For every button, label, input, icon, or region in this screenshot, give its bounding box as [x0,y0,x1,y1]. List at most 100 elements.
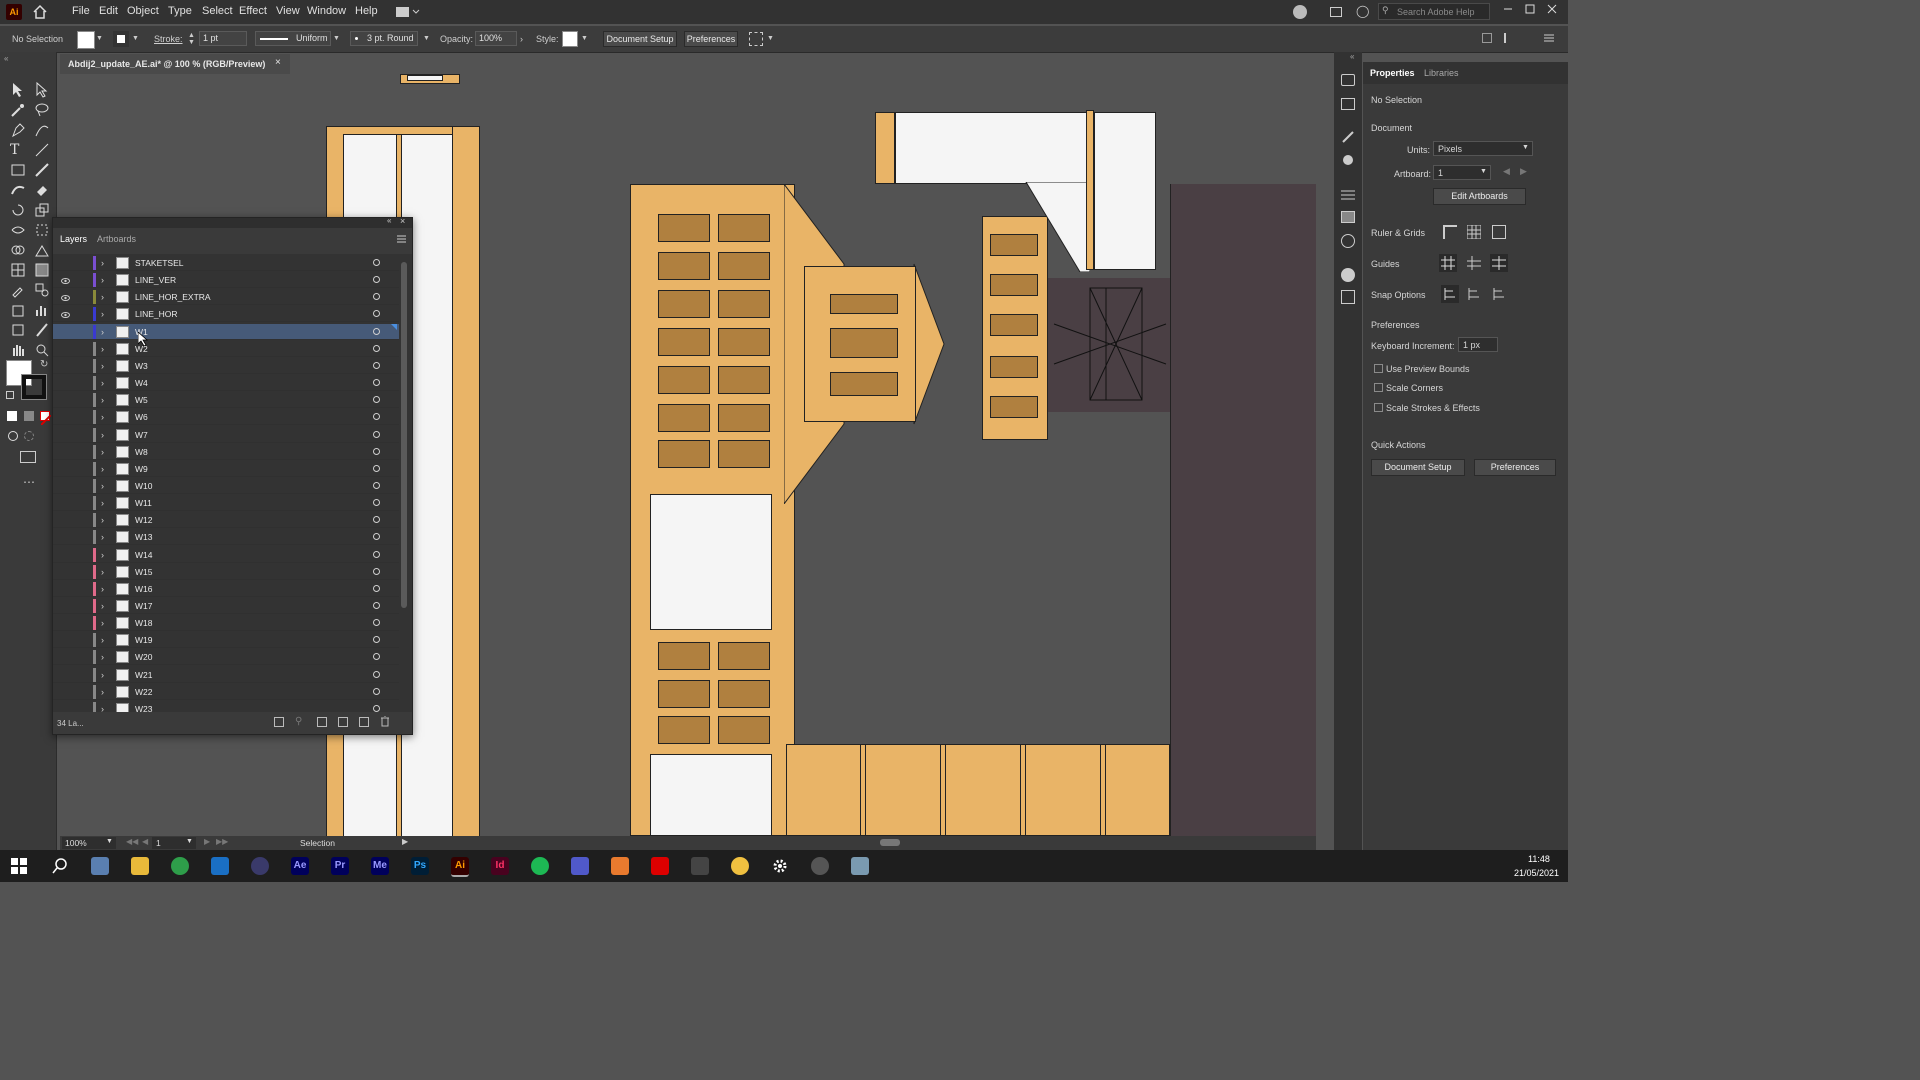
expand-chevron-icon[interactable]: › [101,412,109,422]
expand-chevron-icon[interactable]: › [101,309,109,319]
menu-view[interactable]: View [276,5,300,17]
libraries-icon[interactable] [1341,98,1355,110]
stroke-weight-field[interactable]: 1 pt [199,31,247,46]
gradient-panel-icon[interactable] [1341,211,1355,223]
mesh-tool-icon[interactable] [10,262,26,278]
visibility-eye-icon[interactable] [61,602,70,608]
style-swatch[interactable] [562,31,578,47]
stroke-dropdown-chevron-icon[interactable]: ▼ [132,35,139,42]
panel-titlebar[interactable]: « × [53,216,412,228]
layer-target-icon[interactable] [373,413,380,421]
layer-target-icon[interactable] [373,379,380,387]
expand-chevron-icon[interactable]: › [101,652,109,662]
layer-row[interactable]: › W1 [53,323,399,340]
lightbulb-icon[interactable]: ◯ [1356,4,1369,20]
expand-chevron-icon[interactable]: › [101,327,109,337]
opacity-label[interactable]: Opacity: [440,34,473,44]
appearance-icon[interactable] [1341,268,1355,282]
pen-tool-icon[interactable] [10,122,26,138]
selection-tool-icon[interactable] [10,82,26,98]
layer-row[interactable]: › W3 [53,358,399,374]
draw-behind-icon[interactable] [24,431,34,441]
layer-row[interactable]: › W15 [53,564,399,580]
app-icon[interactable] [691,857,709,875]
blender-icon[interactable] [611,857,629,875]
layer-target-icon[interactable] [373,310,380,318]
visibility-eye-icon[interactable] [61,568,70,574]
after-effects-icon[interactable]: Ae [291,857,309,875]
layer-row[interactable]: › W12 [53,512,399,529]
menu-edit[interactable]: Edit [99,5,118,17]
direct-selection-tool-icon[interactable] [34,81,50,98]
layer-row[interactable]: › W14 [53,547,399,563]
layer-target-icon[interactable] [373,636,380,644]
layer-row[interactable]: › W20 [53,649,399,666]
artboard-tool-icon[interactable] [10,322,26,338]
photoshop-icon[interactable]: Ps [411,857,429,875]
profile-chevron-icon[interactable]: ▼ [333,35,340,42]
expand-chevron-icon[interactable]: › [101,550,109,560]
layer-target-icon[interactable] [373,327,380,335]
layer-row[interactable]: › W9 [53,461,399,477]
visibility-eye-icon[interactable] [61,551,70,557]
unity-hub-icon[interactable] [731,857,749,875]
clipping-mask-icon[interactable] [317,717,327,727]
layer-target-icon[interactable] [373,584,380,592]
layer-row[interactable]: › W22 [53,684,399,700]
last-artboard-icon[interactable]: ▶▶ [216,837,228,846]
close-button[interactable] [1546,3,1558,15]
scale-strokes-checkbox[interactable] [1374,403,1383,412]
visibility-eye-icon[interactable] [61,671,70,677]
eraser-tool-icon[interactable] [34,182,50,198]
swap-colors-icon[interactable]: ↻ [40,359,48,370]
visibility-eye-icon[interactable] [61,396,70,402]
visibility-eye-icon[interactable] [61,705,70,711]
type-tool-icon[interactable]: T [10,142,26,158]
export-icon[interactable] [274,717,284,727]
variable-width-profile[interactable]: Uniform [255,31,331,46]
expand-chevron-icon[interactable]: › [101,498,109,508]
layer-target-icon[interactable] [373,602,380,609]
use-preview-bounds-checkbox[interactable] [1374,364,1383,373]
expand-chevron-icon[interactable]: › [101,395,109,405]
free-transform-tool-icon[interactable] [34,222,50,238]
stroke-label[interactable]: Stroke: [154,34,183,44]
expand-chevron-icon[interactable]: › [101,430,109,440]
transparency-grid-icon[interactable] [1492,225,1506,239]
expand-chevron-icon[interactable]: › [101,275,109,285]
menu-lines-icon[interactable] [1544,33,1554,43]
menu-help[interactable]: Help [355,5,378,17]
user-icon[interactable] [1293,5,1307,19]
expand-chevron-icon[interactable]: › [101,447,109,457]
expand-chevron-icon[interactable]: › [101,601,109,611]
visibility-eye-icon[interactable] [61,533,70,539]
layer-row[interactable]: › W13 [53,529,399,546]
quick-document-setup-button[interactable]: Document Setup [1371,459,1465,476]
layer-target-icon[interactable] [373,361,380,369]
shape-builder-tool-icon[interactable] [10,242,26,258]
new-sublayer-icon[interactable] [338,717,348,727]
rectangle-tool-icon[interactable] [10,162,26,178]
layer-target-icon[interactable] [373,619,380,627]
expand-chevron-icon[interactable]: › [101,532,109,542]
visibility-eye-icon[interactable] [61,636,70,642]
layer-target-icon[interactable] [373,259,380,266]
paintbrush-tool-icon[interactable] [34,162,50,178]
more-tools-icon[interactable]: ⋯ [23,475,35,489]
taskbar-time[interactable]: 11:48 [1528,854,1550,864]
layer-target-icon[interactable] [373,276,380,284]
layer-target-icon[interactable] [373,464,380,472]
rotate-tool-icon[interactable] [10,202,26,218]
layer-target-icon[interactable] [373,481,380,489]
layer-row[interactable]: › W10 [53,478,399,494]
expand-chevron-icon[interactable]: › [101,704,109,712]
blend-tool-icon[interactable] [34,282,50,298]
layer-row[interactable]: › W19 [53,632,399,649]
tab-artboards[interactable]: Artboards [89,228,145,250]
none-mode-icon[interactable] [40,411,52,426]
calculator-icon[interactable] [91,857,109,875]
smart-guides-icon[interactable] [1490,254,1508,272]
layer-target-icon[interactable] [373,293,380,301]
preferences-button[interactable]: Preferences [684,31,738,47]
panel-menu-icon[interactable] [397,235,406,243]
